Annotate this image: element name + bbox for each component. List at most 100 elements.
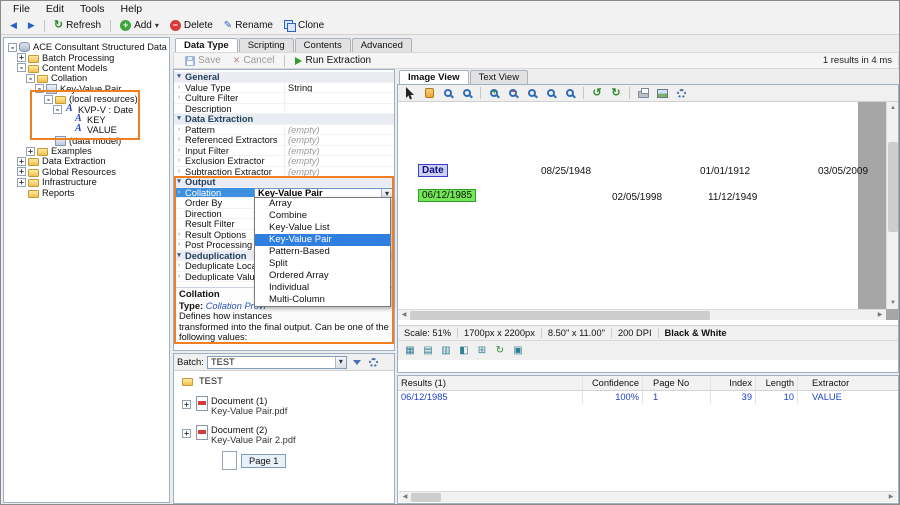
collapse-icon[interactable] <box>26 74 35 83</box>
scroll-right-button[interactable]: ▶ <box>874 310 886 320</box>
tree-item-value[interactable]: VALUE <box>4 125 169 135</box>
zoom-in-button[interactable] <box>485 86 503 101</box>
cancel-button[interactable]: Cancel <box>228 54 280 67</box>
property-row-subtraction-extractor[interactable]: Subtraction Extractor(empty) <box>174 167 394 178</box>
dropdown-option-ordered-array[interactable]: Ordered Array <box>255 270 390 282</box>
scrollbar-thumb[interactable] <box>888 142 898 232</box>
select-pointer-button[interactable] <box>401 86 419 101</box>
extracted-value-highlight[interactable]: 06/12/1985 <box>418 189 476 202</box>
scroll-down-button[interactable]: ▼ <box>887 297 898 309</box>
toggle-zones-button[interactable] <box>510 343 526 358</box>
tree-item-reports[interactable]: Reports <box>4 187 169 197</box>
property-section-data-extraction[interactable]: Data Extraction <box>174 114 394 125</box>
document-page[interactable]: Date 08/25/1948 01/01/1912 03/05/2009 06… <box>398 102 858 309</box>
tab-image-view[interactable]: Image View <box>399 70 469 84</box>
tab-contents[interactable]: Contents <box>295 38 351 52</box>
property-value[interactable] <box>284 93 394 103</box>
menu-help[interactable]: Help <box>113 2 151 16</box>
combobox-dropdown-button[interactable] <box>381 189 392 198</box>
combobox-dropdown-button[interactable] <box>335 357 346 368</box>
collapse-icon[interactable] <box>8 43 17 52</box>
tab-scripting[interactable]: Scripting <box>239 38 294 52</box>
back-button[interactable] <box>5 20 22 31</box>
property-value[interactable]: (empty) <box>284 167 394 177</box>
save-button[interactable]: Save <box>180 54 226 67</box>
expand-icon[interactable] <box>26 147 35 156</box>
collapse-icon[interactable] <box>17 63 26 72</box>
collapse-icon[interactable] <box>53 105 62 114</box>
horizontal-scrollbar[interactable]: ◀ ▶ <box>399 491 897 502</box>
zoom-fit-page-button[interactable] <box>542 86 560 101</box>
tree-item-batch-processing[interactable]: Batch Processing <box>4 52 169 62</box>
zoom-fit-width-button[interactable] <box>561 86 579 101</box>
tree-item-key-value-pair[interactable]: Key-Value Pair <box>4 84 169 94</box>
tree-item-key[interactable]: KEY <box>4 115 169 125</box>
property-value[interactable]: (empty) <box>284 135 394 145</box>
dropdown-option-individual[interactable]: Individual <box>255 282 390 294</box>
tree-item-local-resources[interactable]: (local resources) <box>4 94 169 104</box>
property-section-output[interactable]: Output <box>174 177 394 188</box>
column-header-results[interactable]: Results (1) <box>398 376 583 390</box>
refresh-view-button[interactable] <box>492 343 508 358</box>
property-value[interactable]: (empty) <box>284 156 394 166</box>
dropdown-option-array[interactable]: Array <box>255 198 390 210</box>
zoom-out-button[interactable] <box>504 86 522 101</box>
rotate-left-button[interactable] <box>588 86 606 101</box>
property-value[interactable]: (empty) <box>284 146 394 156</box>
property-row-description[interactable]: Description <box>174 104 394 115</box>
tree-item-kvp-v-date[interactable]: KVP-V : Date <box>4 104 169 114</box>
tree-item-data-extraction[interactable]: Data Extraction <box>4 156 169 166</box>
horizontal-scrollbar[interactable]: ◀ ▶ <box>398 309 886 320</box>
scroll-up-button[interactable]: ▲ <box>887 102 898 114</box>
zoom-region-button[interactable] <box>458 86 476 101</box>
menu-file[interactable]: File <box>5 2 38 16</box>
clone-button[interactable]: Clone <box>279 19 329 32</box>
collapse-icon[interactable] <box>44 95 53 104</box>
dropdown-option-combine[interactable]: Combine <box>255 210 390 222</box>
refresh-button[interactable]: Refresh <box>49 19 106 32</box>
dropdown-option-key-value-pair[interactable]: Key-Value Pair <box>255 234 390 246</box>
property-row-referenced-extractors[interactable]: Referenced Extractors(empty) <box>174 135 394 146</box>
delete-button[interactable]: −Delete <box>165 19 218 32</box>
dropdown-option-multi-column[interactable]: Multi-Column <box>255 294 390 306</box>
batch-page-item[interactable]: Page 1 <box>222 451 394 470</box>
vertical-scrollbar[interactable]: ▲ ▼ <box>886 102 898 309</box>
scrollbar-thumb[interactable] <box>411 493 441 502</box>
expand-icon[interactable] <box>182 400 191 409</box>
property-value[interactable]: (empty) <box>284 125 394 135</box>
column-header-extractor[interactable]: Extractor <box>798 376 898 390</box>
property-value[interactable]: String <box>284 83 394 93</box>
viewer-settings-button[interactable] <box>672 86 690 101</box>
tree-item-global-resources[interactable]: Global Resources <box>4 167 169 177</box>
scrollbar-thumb[interactable] <box>410 311 710 320</box>
add-region-button[interactable] <box>474 343 490 358</box>
tree-item-examples[interactable]: Examples <box>4 146 169 156</box>
collapse-icon[interactable] <box>35 84 44 93</box>
scroll-left-button[interactable]: ◀ <box>398 310 410 320</box>
tree-item-content-models[interactable]: Content Models <box>4 63 169 73</box>
property-row-pattern[interactable]: Pattern(empty) <box>174 125 394 136</box>
menu-edit[interactable]: Edit <box>38 2 72 16</box>
expand-icon[interactable] <box>17 53 26 62</box>
zoom-select-button[interactable] <box>439 86 457 101</box>
batch-root-item[interactable]: TEST <box>182 375 394 387</box>
menu-tools[interactable]: Tools <box>72 2 113 16</box>
extracted-key-highlight[interactable]: Date <box>418 164 448 177</box>
scroll-left-button[interactable]: ◀ <box>399 492 411 503</box>
tab-advanced[interactable]: Advanced <box>352 38 412 52</box>
tab-text-view[interactable]: Text View <box>470 70 528 84</box>
scroll-right-button[interactable]: ▶ <box>885 492 897 503</box>
export-image-button[interactable] <box>653 86 671 101</box>
property-section-general[interactable]: General <box>174 72 394 83</box>
expand-icon[interactable] <box>17 167 26 176</box>
expand-icon[interactable] <box>182 429 191 438</box>
property-row-exclusion-extractor[interactable]: Exclusion Extractor(empty) <box>174 156 394 167</box>
column-header-page-no[interactable]: Page No <box>643 376 711 390</box>
rename-button[interactable]: Rename <box>219 19 278 32</box>
collapse-icon[interactable] <box>174 114 184 124</box>
tree-item-collation[interactable]: Collation <box>4 73 169 83</box>
zone-rows-button[interactable] <box>420 343 436 358</box>
zone-columns-button[interactable] <box>438 343 454 358</box>
collapse-icon[interactable] <box>174 72 184 82</box>
batch-select-combobox[interactable]: TEST <box>207 356 347 369</box>
